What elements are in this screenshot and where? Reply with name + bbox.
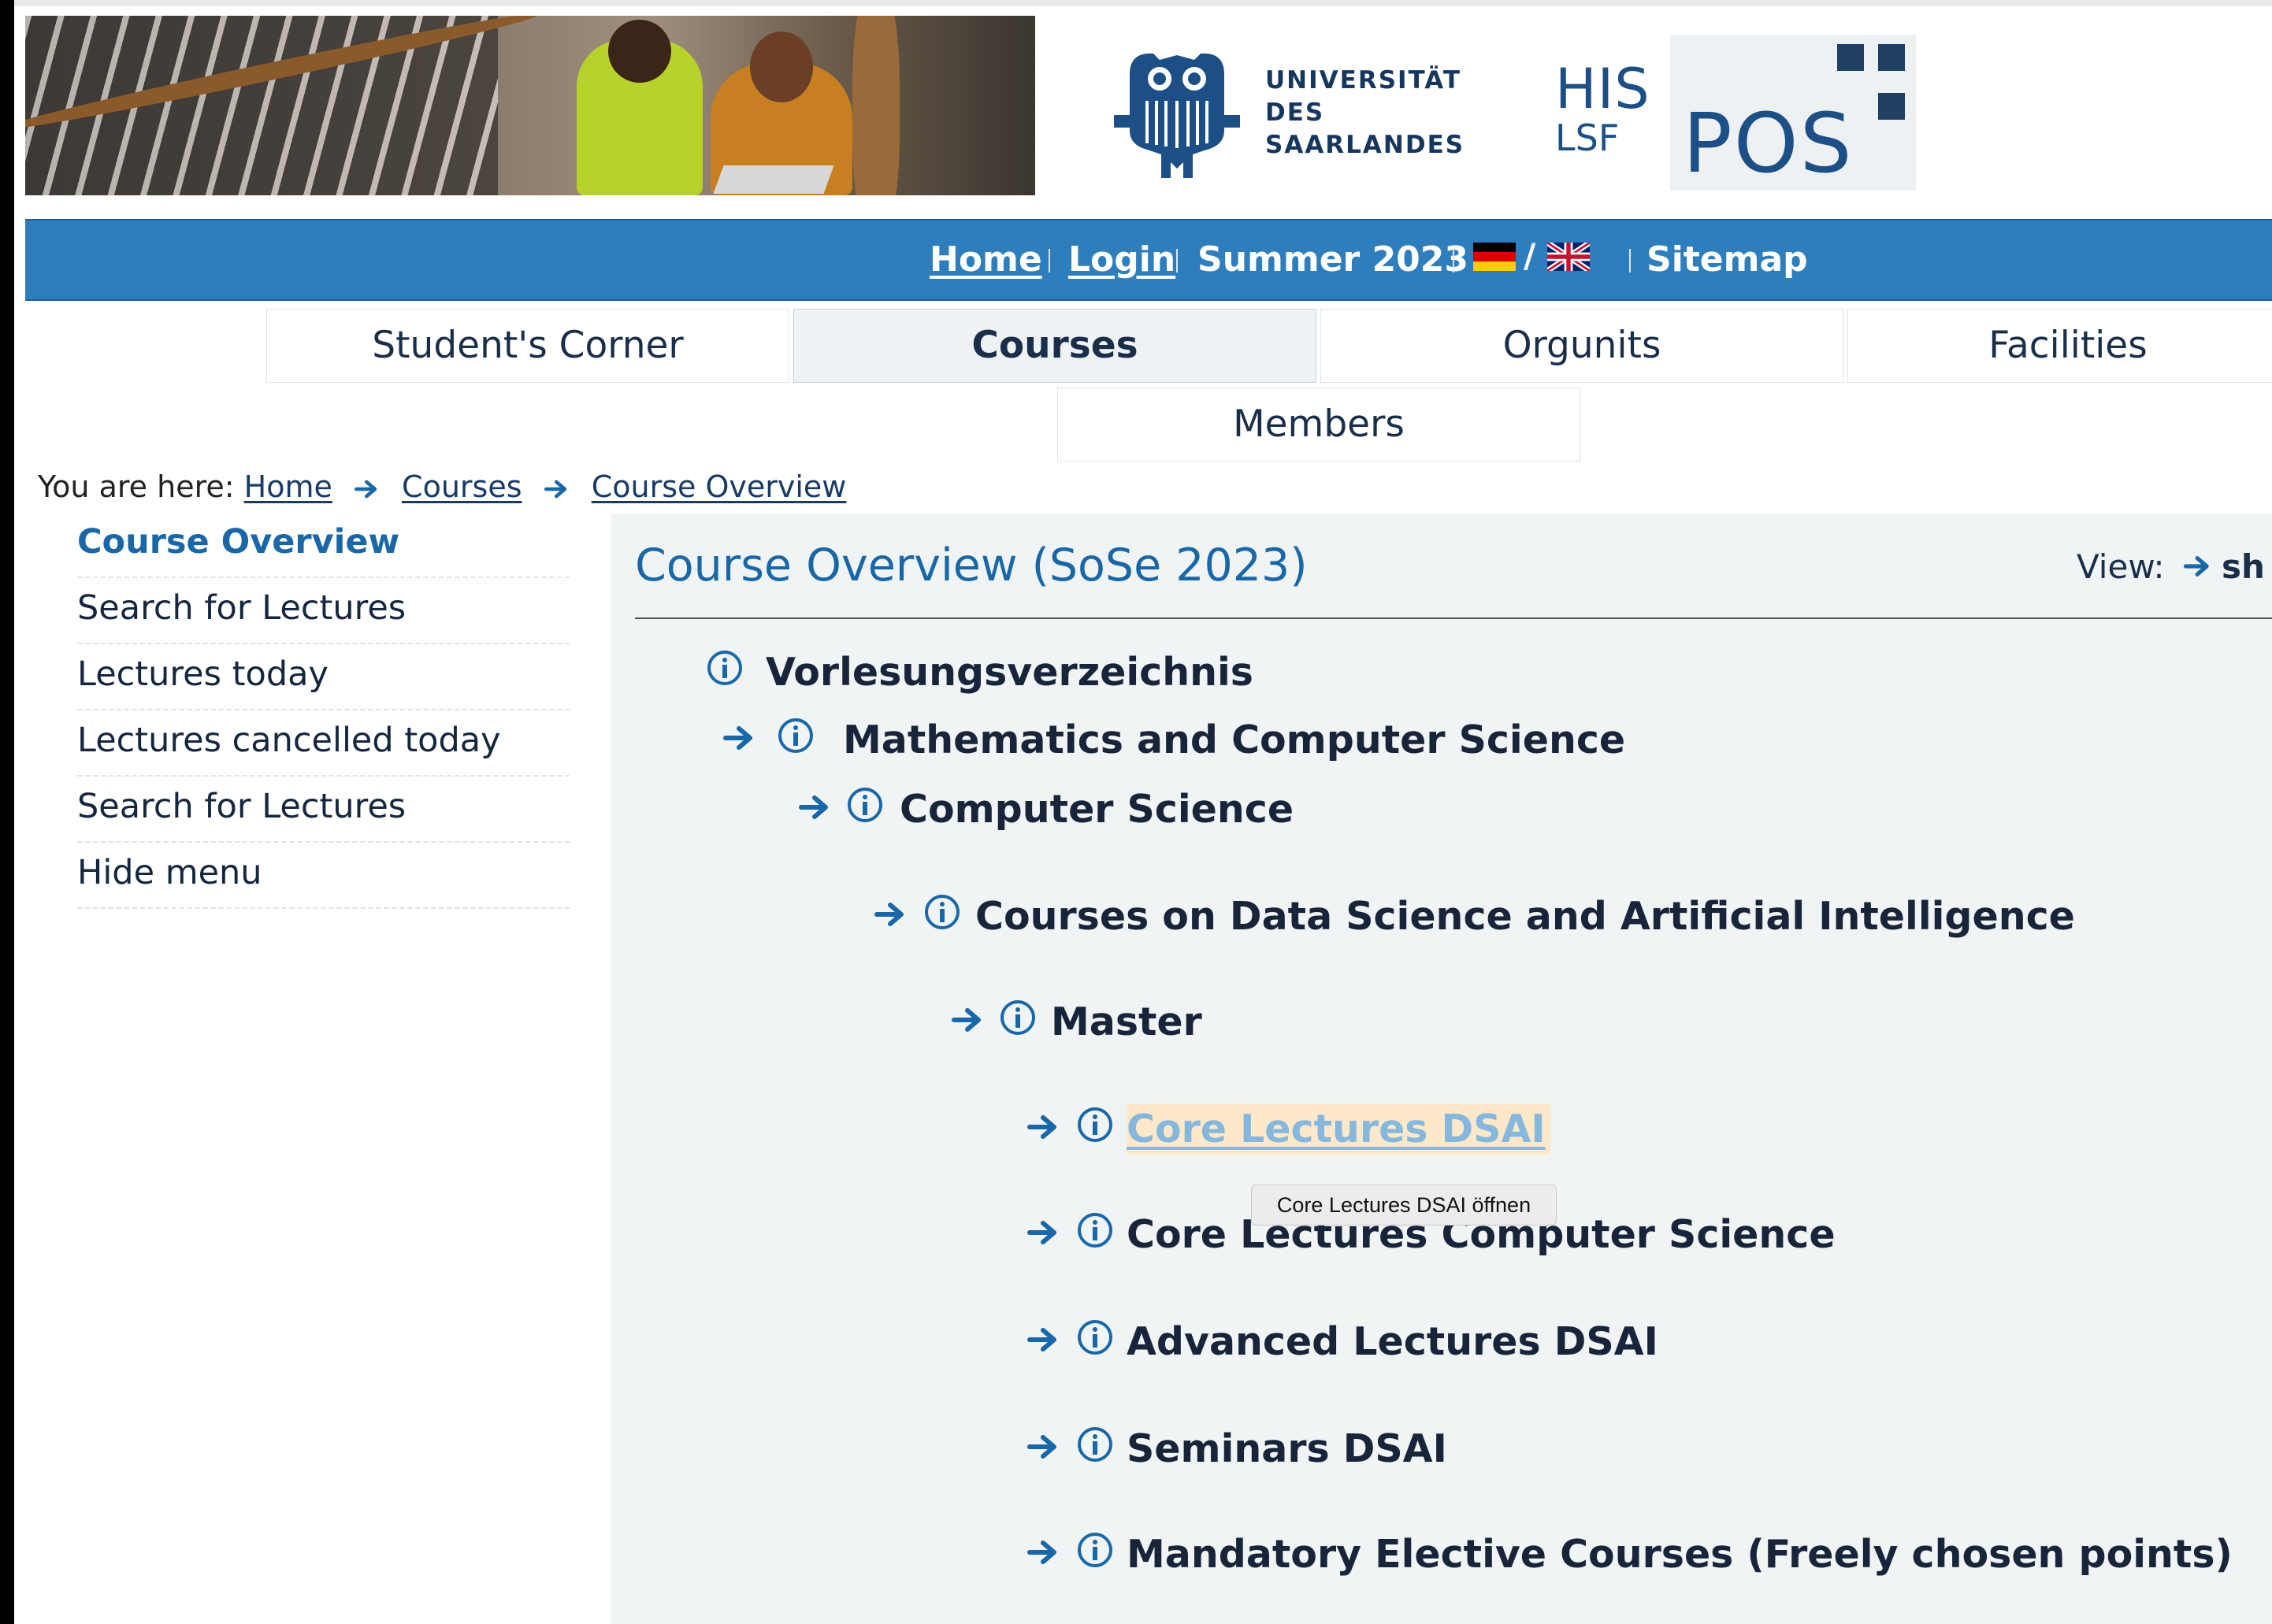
tree-item-computer-science: Computer Science <box>611 784 2187 835</box>
tab-courses[interactable]: Courses <box>793 309 1316 383</box>
info-icon[interactable] <box>1076 1531 1114 1569</box>
tree-item-dsai: Courses on Data Science and Artificial I… <box>611 892 2187 942</box>
tree-item-label[interactable]: Mathematics and Computer Science <box>843 715 1625 766</box>
semester-selector[interactable]: Summer 2023 <box>1197 238 1468 282</box>
university-name-line: SAARLANDES <box>1265 131 1465 159</box>
nav-login-link[interactable]: Login <box>1068 238 1175 282</box>
tree-item-mandatory-elective: Mandatory Elective Courses (Freely chose… <box>611 1529 2233 1580</box>
header-photo <box>25 16 1035 195</box>
info-icon[interactable] <box>999 999 1037 1036</box>
arrow-right-icon <box>1027 1326 1060 1353</box>
arrow-right-icon <box>1027 1539 1060 1566</box>
german-flag-icon[interactable] <box>1473 243 1516 271</box>
tree-item-label[interactable]: Advanced Lectures DSAI <box>1127 1317 1658 1367</box>
his-text: HIS <box>1555 57 1650 121</box>
tree-item-master: Master <box>611 997 2187 1047</box>
arrow-right-icon <box>874 901 908 928</box>
menu-item-lectures-cancelled-today[interactable]: Lectures cancelled today <box>77 710 570 777</box>
breadcrumb-prefix: You are here: <box>38 469 235 504</box>
info-icon[interactable] <box>1076 1318 1114 1356</box>
page: UNIVERSITÄT DES SAARLANDES HIS LSF POS H… <box>14 0 2272 1624</box>
tab-facilities[interactable]: Facilities <box>1847 309 2272 383</box>
menu-item-course-overview[interactable]: Course Overview <box>77 512 570 578</box>
uk-flag-icon[interactable] <box>1547 243 1590 271</box>
left-menu: Course Overview Search for Lectures Lect… <box>77 512 570 909</box>
view-option-link[interactable]: sh <box>2222 545 2265 589</box>
page-title: Course Overview (SoSe 2023) <box>635 539 1308 591</box>
menu-item-search-lectures-2[interactable]: Search for Lectures <box>77 777 570 843</box>
arrow-right-icon <box>1027 1114 1060 1140</box>
tab-orgunits[interactable]: Orgunits <box>1320 309 1843 383</box>
tab-students-corner[interactable]: Student's Corner <box>266 309 789 383</box>
breadcrumb-courses[interactable]: Courses <box>402 469 522 504</box>
tree-item-label[interactable]: Vorlesungsverzeichnis <box>766 647 1253 698</box>
tree-item-label[interactable]: Courses on Data Science and Artificial I… <box>975 892 2075 942</box>
tree-item-label[interactable]: Master <box>1051 997 1202 1047</box>
arrow-right-icon <box>355 479 380 499</box>
menu-item-lectures-today[interactable]: Lectures today <box>77 644 570 710</box>
tree-item-label[interactable]: Core Lectures DSAI <box>1127 1104 1550 1155</box>
info-icon[interactable] <box>846 786 884 824</box>
university-name-line: DES <box>1265 98 1325 127</box>
tree-item-seminars-dsai: Seminars DSAI <box>611 1424 2187 1474</box>
breadcrumb-course-overview[interactable]: Course Overview <box>592 469 847 504</box>
main-content: Course Overview (SoSe 2023) View: sh Vor… <box>611 514 2272 1624</box>
university-name-line: UNIVERSITÄT <box>1265 66 1462 95</box>
pos-text: POS <box>1683 95 1854 191</box>
nav-home-link[interactable]: Home <box>930 238 1042 282</box>
tree-item-label[interactable]: Computer Science <box>900 784 1294 835</box>
arrow-right-icon <box>799 794 832 821</box>
menu-item-search-lectures[interactable]: Search for Lectures <box>77 578 570 644</box>
menu-item-hide-menu[interactable]: Hide menu <box>77 843 570 909</box>
university-owl-logo[interactable] <box>1114 44 1240 184</box>
university-name[interactable]: UNIVERSITÄT DES SAARLANDES <box>1265 65 1465 161</box>
tree-item-math-cs: Mathematics and Computer Science <box>611 715 2187 766</box>
tree-item-vorlesungsverzeichnis: Vorlesungsverzeichnis <box>611 647 2187 698</box>
arrow-right-icon <box>1027 1433 1060 1460</box>
tree-item-label[interactable]: Mandatory Elective Courses (Freely chose… <box>1127 1529 2233 1580</box>
tree-item-label[interactable]: Seminars DSAI <box>1127 1424 1447 1474</box>
nav-sitemap-link[interactable]: Sitemap <box>1646 238 1808 282</box>
breadcrumb: You are here: Home Courses Course Overvi… <box>38 466 846 507</box>
lsf-text: LSF <box>1555 117 1620 159</box>
tree-item-advanced-lectures-dsai: Advanced Lectures DSAI <box>611 1317 2187 1367</box>
tab-members[interactable]: Members <box>1057 387 1580 462</box>
arrow-right-icon <box>1027 1219 1060 1246</box>
info-icon[interactable] <box>1076 1426 1114 1463</box>
arrow-right-icon <box>952 1007 985 1033</box>
arrow-right-icon <box>2184 554 2212 578</box>
arrow-right-icon <box>544 479 570 499</box>
info-icon[interactable] <box>1076 1211 1114 1249</box>
language-separator: / <box>1524 236 1536 275</box>
his-lsf-logo: HIS LSF <box>1555 61 1650 159</box>
info-icon[interactable] <box>706 649 744 687</box>
top-navbar: Home Login Summer 2023 Sitemap <box>25 219 2272 301</box>
info-icon[interactable] <box>923 893 961 931</box>
title-divider <box>635 617 2272 619</box>
view-label: View: <box>2077 547 2165 586</box>
info-icon[interactable] <box>1076 1106 1114 1144</box>
info-icon[interactable] <box>777 717 815 755</box>
breadcrumb-home[interactable]: Home <box>244 469 332 504</box>
top-strip <box>14 0 2272 6</box>
pos-logo: POS <box>1670 35 1916 191</box>
arrow-right-icon <box>723 725 756 751</box>
tree-item-core-lectures-dsai: Core Lectures DSAI <box>611 1104 2187 1155</box>
link-tooltip: Core Lectures DSAI öffnen <box>1251 1185 1557 1225</box>
